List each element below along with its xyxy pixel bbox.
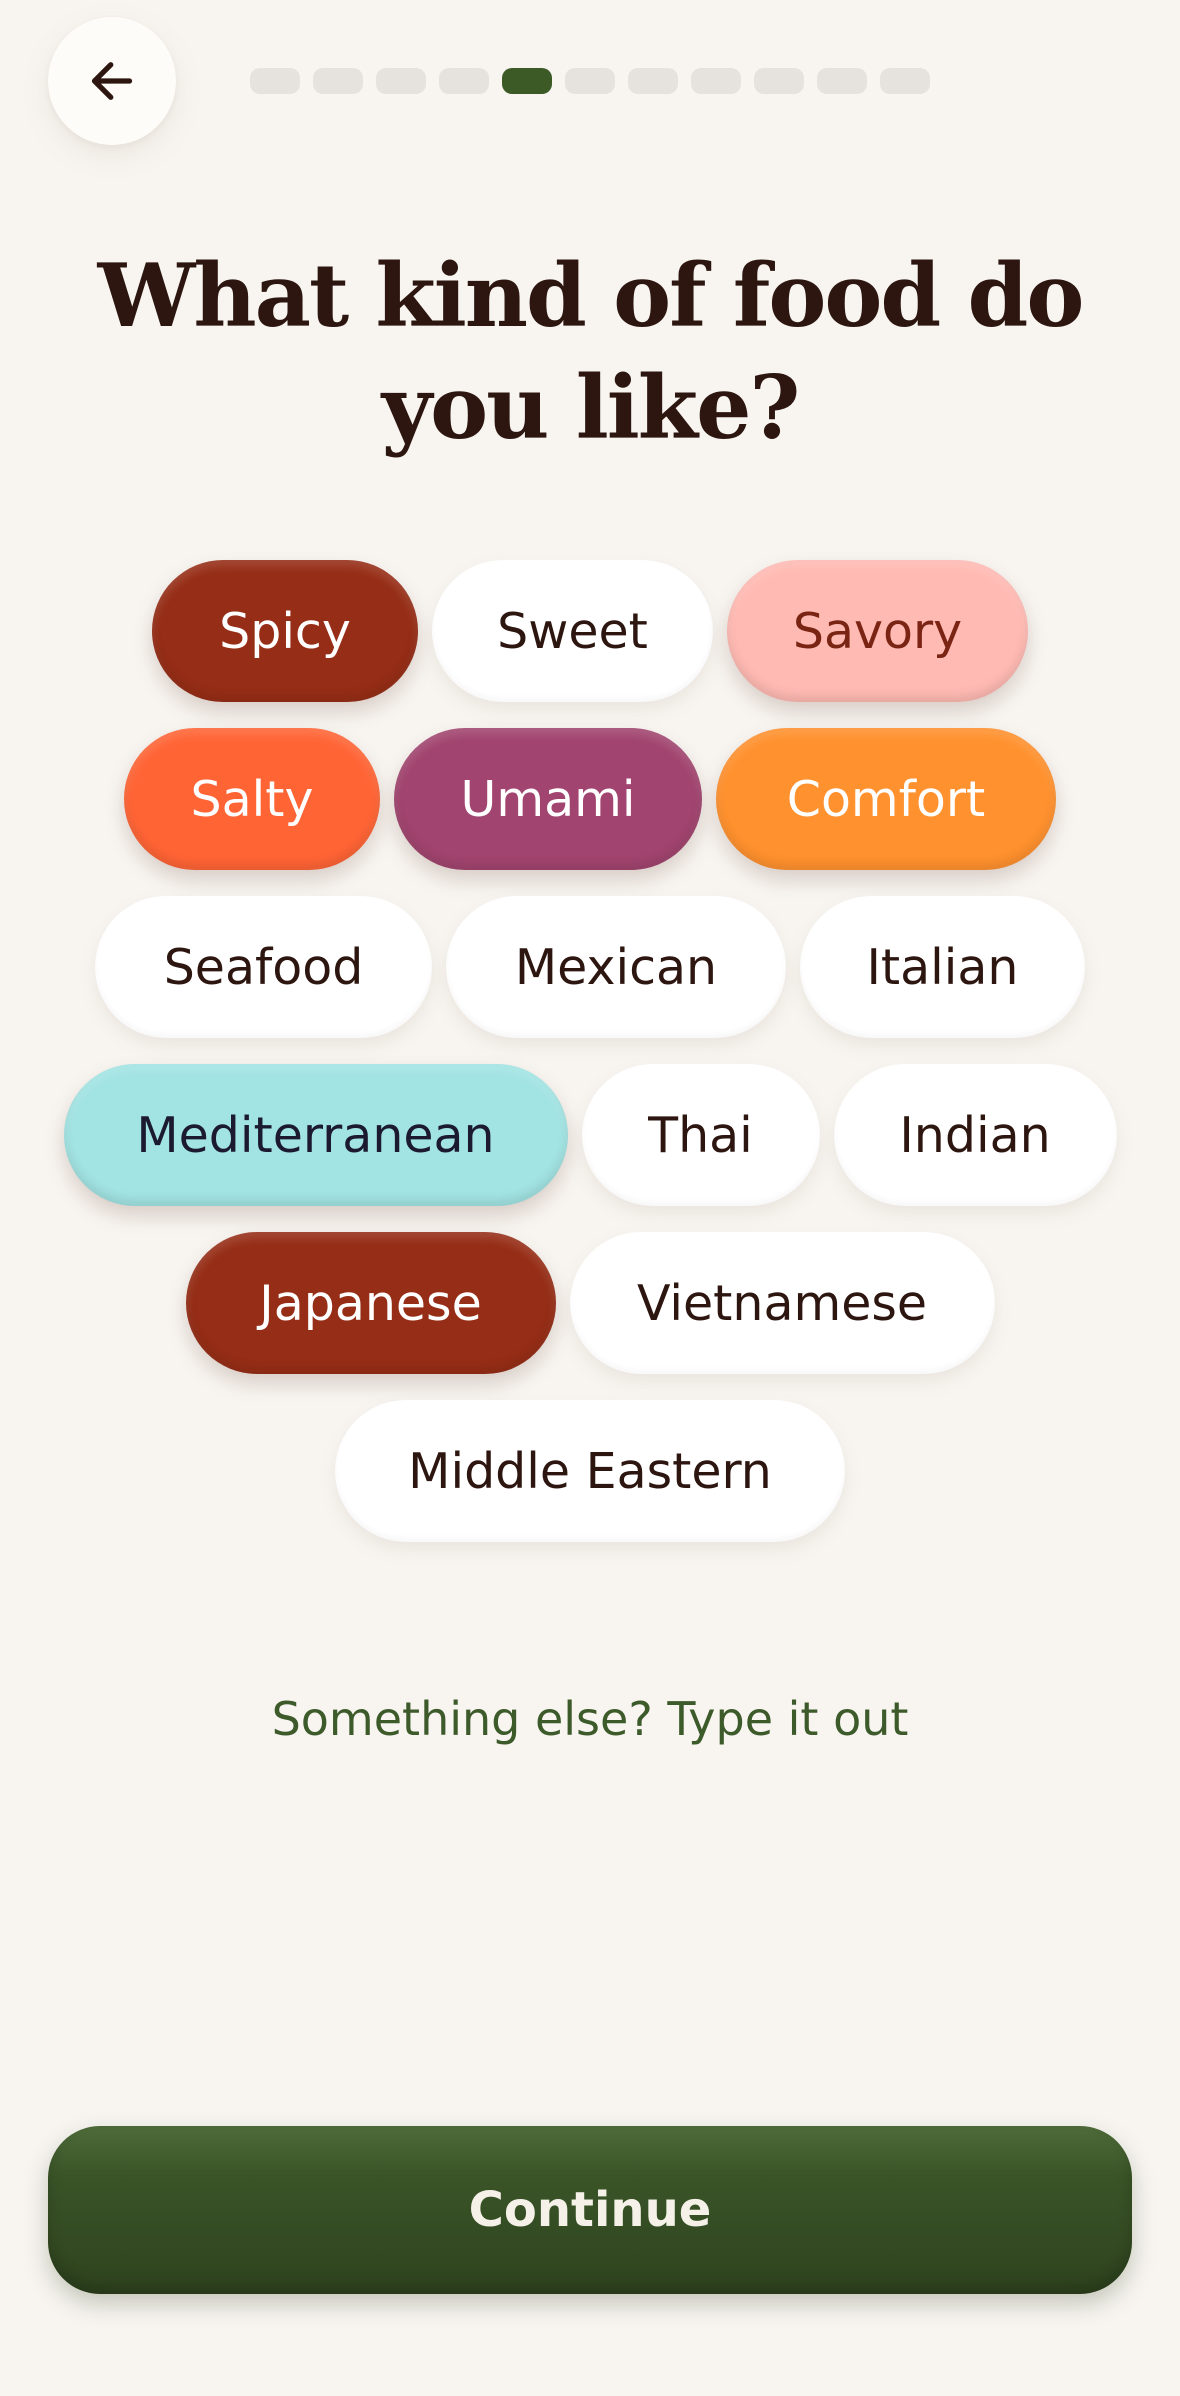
food-chip-mexican[interactable]: Mexican (446, 896, 786, 1038)
arrow-left-icon (91, 62, 133, 100)
progress-step-current (502, 68, 552, 94)
food-chip-savory[interactable]: Savory (727, 560, 1028, 702)
food-chip-comfort[interactable]: Comfort (716, 728, 1056, 870)
progress-step (754, 68, 804, 94)
food-chip-salty[interactable]: Salty (124, 728, 380, 870)
food-chip-seafood[interactable]: Seafood (95, 896, 432, 1038)
type-it-out-link[interactable]: Something else? Type it out (0, 1692, 1180, 1746)
food-chip-mediterranean[interactable]: Mediterranean (63, 1064, 568, 1206)
food-chip-italian[interactable]: Italian (800, 896, 1085, 1038)
progress-step (691, 68, 741, 94)
progress-step (880, 68, 930, 94)
food-chip-sweet[interactable]: Sweet (432, 560, 713, 702)
food-chip-middle-eastern[interactable]: Middle Eastern (335, 1400, 845, 1542)
page-title: What kind of food do you like? (97, 244, 1085, 459)
food-chip-thai[interactable]: Thai (581, 1064, 820, 1206)
chip-row: Middle Eastern (0, 1400, 1180, 1542)
progress-indicator (250, 68, 930, 94)
chip-row: Japanese Vietnamese (0, 1232, 1180, 1374)
progress-step (439, 68, 489, 94)
progress-step (628, 68, 678, 94)
back-button[interactable] (48, 17, 176, 145)
chip-row: Salty Umami Comfort (0, 728, 1180, 870)
progress-step (565, 68, 615, 94)
food-chip-spicy[interactable]: Spicy (152, 560, 418, 702)
chip-row: Mediterranean Thai Indian (0, 1064, 1180, 1206)
food-chip-japanese[interactable]: Japanese (185, 1232, 556, 1374)
food-chip-umami[interactable]: Umami (394, 728, 702, 870)
food-chip-indian[interactable]: Indian (833, 1064, 1117, 1206)
food-chip-group: Spicy Sweet Savory Salty Umami Comfort Seafood… (0, 560, 1180, 1568)
continue-button[interactable]: Continue (48, 2126, 1132, 2294)
food-preference-screen: What kind of food do you like? Spicy Swee… (0, 0, 1180, 2396)
chip-row: Seafood Mexican Italian (0, 896, 1180, 1038)
progress-step (313, 68, 363, 94)
progress-step (250, 68, 300, 94)
food-chip-vietnamese[interactable]: Vietnamese (569, 1232, 995, 1374)
progress-step (376, 68, 426, 94)
chip-row: Spicy Sweet Savory (0, 560, 1180, 702)
progress-step (817, 68, 867, 94)
